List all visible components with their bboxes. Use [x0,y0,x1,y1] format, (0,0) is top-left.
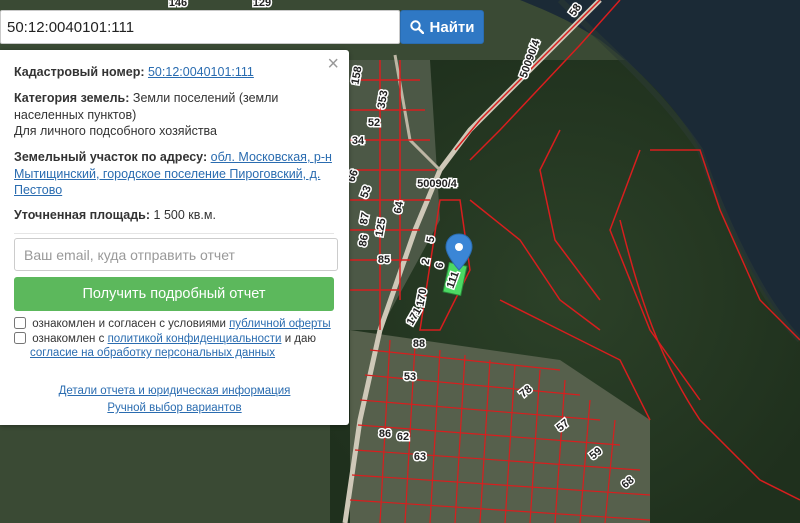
parcel-label: 86 [357,233,371,247]
consent-privacy-text: ознакомлен с [32,333,108,345]
get-report-button[interactable]: Получить подробный отчет [14,277,334,311]
address-label: Земельный участок по адресу: [14,150,208,164]
cadastral-number-label: Кадастровый номер: [14,65,145,79]
cadastral-number-link[interactable]: 50:12:0040101:111 [148,65,254,79]
area-value: 1 500 кв.м. [153,208,216,222]
parcel-label: 146 [169,0,187,9]
search-button[interactable]: Найти [400,10,484,44]
parcel-label: 63 [414,451,426,463]
consent-privacy-row: ознакомлен с политикой конфиденциальност… [14,332,344,360]
parcel-info-panel: × Кадастровый номер: 50:12:0040101:111 К… [0,50,349,425]
parcel-label: 52 [368,117,380,129]
details-link-row: Детали отчета и юридическая информация [0,385,349,397]
parcel-label: 34 [352,135,365,147]
parcel-label: 62 [397,431,409,443]
search-bar: Найти [0,10,487,44]
consent-offer-text: ознакомлен и согласен с условиями [32,318,230,330]
parcel-label: 50090/4 [417,178,458,190]
parcel-label: 129 [253,0,271,9]
consent-privacy-mid: и даю [284,333,317,345]
report-details-link[interactable]: Детали отчета и юридическая информация [59,385,291,397]
area-row: Уточненная площадь: 1 500 кв.м. [14,207,336,224]
area-label: Уточненная площадь: [14,208,151,222]
divider [14,233,334,234]
manual-selection-row: Ручной выбор вариантов [0,402,349,414]
privacy-checkbox[interactable] [14,332,26,344]
cadastral-number-row: Кадастровый номер: 50:12:0040101:111 [14,64,336,81]
offer-checkbox[interactable] [14,317,26,329]
land-category-row: Категория земель: Земли поселений (земли… [14,90,336,140]
search-icon [409,20,424,34]
privacy-policy-link[interactable]: политикой конфиденциальности [108,333,282,345]
search-button-label: Найти [429,18,475,36]
land-category-label: Категория земель: [14,91,130,105]
parcel-label: 87 [358,211,372,225]
parcel-label: 86 [379,428,391,440]
personal-data-consent-link[interactable]: согласие на обработку персональных данны… [30,347,275,359]
manual-selection-link[interactable]: Ручной выбор вариантов [107,402,241,414]
cadastral-search-input[interactable] [0,10,400,44]
parcel-label: 88 [413,338,425,350]
parcel-label: 53 [404,371,416,383]
email-field[interactable] [14,238,338,271]
parcel-label: 85 [378,254,390,266]
consent-offer-row: ознакомлен и согласен с условиями публич… [14,317,344,331]
land-usage-value: Для личного подсобного хозяйства [14,124,217,138]
public-offer-link[interactable]: публичной оферты [229,318,331,330]
address-row: Земельный участок по адресу: обл. Москов… [14,149,336,199]
